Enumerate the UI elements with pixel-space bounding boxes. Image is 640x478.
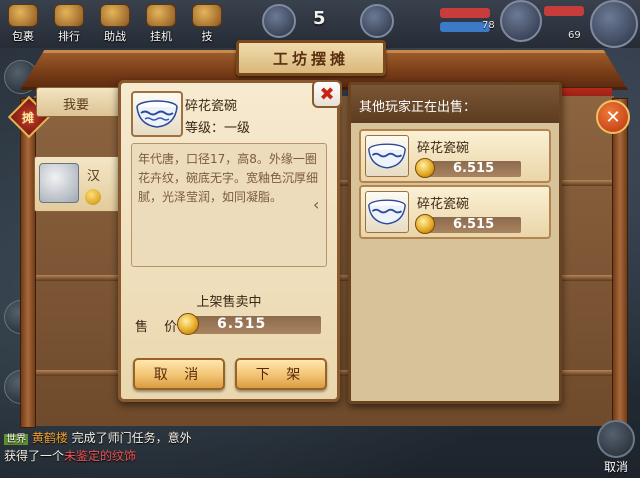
- cancel-icon: [597, 420, 635, 458]
- bag-icon: [8, 4, 38, 27]
- my-stall-tab-label: 我要: [63, 98, 90, 113]
- item-thumbnail-icon: [39, 163, 79, 203]
- lantern-label: 摊: [22, 111, 35, 125]
- hud-idle-button[interactable]: 挂机: [142, 4, 180, 44]
- booth-pillar-left: [20, 98, 36, 428]
- chat-line-text: 完成了师门任务，意外: [71, 431, 192, 445]
- price-label: 售 价: [135, 320, 184, 335]
- item-detail-panel: 碎花瓷碗 等级：一级 年代唐，口径17，高8。外缘一圈花卉纹，碗底无字。宽釉色沉…: [118, 80, 340, 402]
- hud-hp-bar: [440, 8, 490, 18]
- close-detail-button[interactable]: ✖: [312, 80, 342, 108]
- hud-center-number: 5: [313, 8, 326, 29]
- cancel-button[interactable]: 取 消: [133, 358, 225, 390]
- coin-icon: [177, 313, 199, 335]
- coin-icon: [85, 189, 101, 205]
- other-sellers-panel: 其他玩家正在出售： 碎花瓷碗 6.515 碎花瓷碗 6.515: [348, 82, 562, 404]
- seller-listing[interactable]: 碎花瓷碗 6.515: [359, 129, 551, 183]
- close-booth-button[interactable]: ✕: [596, 100, 630, 134]
- booth-pillar-right: [612, 98, 628, 428]
- chat-line-text: 获得了一个: [4, 449, 65, 463]
- item-description: 年代唐，口径17，高8。外缘一圈花卉纹，碗底无字。宽釉色沉厚细腻，光泽莹润，如同…: [131, 143, 327, 267]
- bowl-graphic: [368, 143, 406, 169]
- porcelain-bowl-icon: [131, 91, 183, 137]
- bowl-graphic: [136, 100, 178, 128]
- bowl-graphic: [368, 199, 406, 225]
- assist-icon: [100, 4, 130, 27]
- skill-icon: [192, 4, 222, 27]
- coin-icon: [415, 158, 435, 178]
- porcelain-bowl-icon: [365, 135, 409, 177]
- idle-icon: [146, 4, 176, 27]
- sellers-header: 其他玩家正在出售：: [351, 85, 559, 123]
- item-level: 等级：一级: [185, 121, 251, 136]
- chat-log: 世界 黄鹤楼 完成了师门任务，意外 获得了一个未鉴定的纹饰: [0, 430, 430, 478]
- chat-line: 世界 黄鹤楼 完成了师门任务，意外: [4, 430, 430, 448]
- seller-listing[interactable]: 碎花瓷碗 6.515: [359, 185, 551, 239]
- price-value: 6.515: [217, 316, 267, 332]
- hud-pet-avatar[interactable]: [500, 0, 542, 42]
- seller-item-price: 6.515: [453, 161, 495, 176]
- chevron-left-icon[interactable]: ‹: [313, 195, 319, 214]
- seller-item-name: 碎花瓷碗: [417, 197, 470, 212]
- hud-level-1: 78: [482, 20, 495, 31]
- booth-title: 工坊摆摊: [236, 40, 386, 76]
- my-listed-item-slot[interactable]: 汉: [34, 156, 120, 212]
- hud-rank-button[interactable]: 排行: [50, 4, 88, 44]
- hud-pet-hp-bar: [544, 6, 584, 16]
- hud-bag-button[interactable]: 包裹: [4, 4, 42, 44]
- seller-item-name: 碎花瓷碗: [417, 141, 470, 156]
- seller-item-price: 6.515: [453, 217, 495, 232]
- listing-status: 上架售卖中: [196, 295, 262, 310]
- item-name: 碎花瓷碗: [185, 99, 238, 114]
- my-item-name: 汉: [87, 169, 101, 184]
- rank-icon: [54, 4, 84, 27]
- close-icon: ✖: [319, 83, 335, 105]
- hud-compass-avatar[interactable]: [360, 4, 394, 38]
- cancel-action-button[interactable]: 取消: [594, 420, 638, 476]
- porcelain-bowl-icon: [365, 191, 409, 233]
- chat-channel-tag: 世界: [4, 434, 28, 445]
- chat-item-link[interactable]: 未鉴定的纹饰: [64, 449, 136, 463]
- hud-skill-button[interactable]: 技: [188, 4, 226, 44]
- chat-player-name[interactable]: 黄鹤楼: [32, 431, 68, 445]
- unlist-button[interactable]: 下 架: [235, 358, 327, 390]
- coin-icon: [415, 214, 435, 234]
- hud-assist-button[interactable]: 助战: [96, 4, 134, 44]
- close-icon: ✕: [605, 106, 621, 128]
- chat-line: 获得了一个未鉴定的纹饰: [4, 448, 430, 464]
- cancel-action-label: 取消: [603, 460, 628, 474]
- hud-helper-avatar[interactable]: [262, 4, 296, 38]
